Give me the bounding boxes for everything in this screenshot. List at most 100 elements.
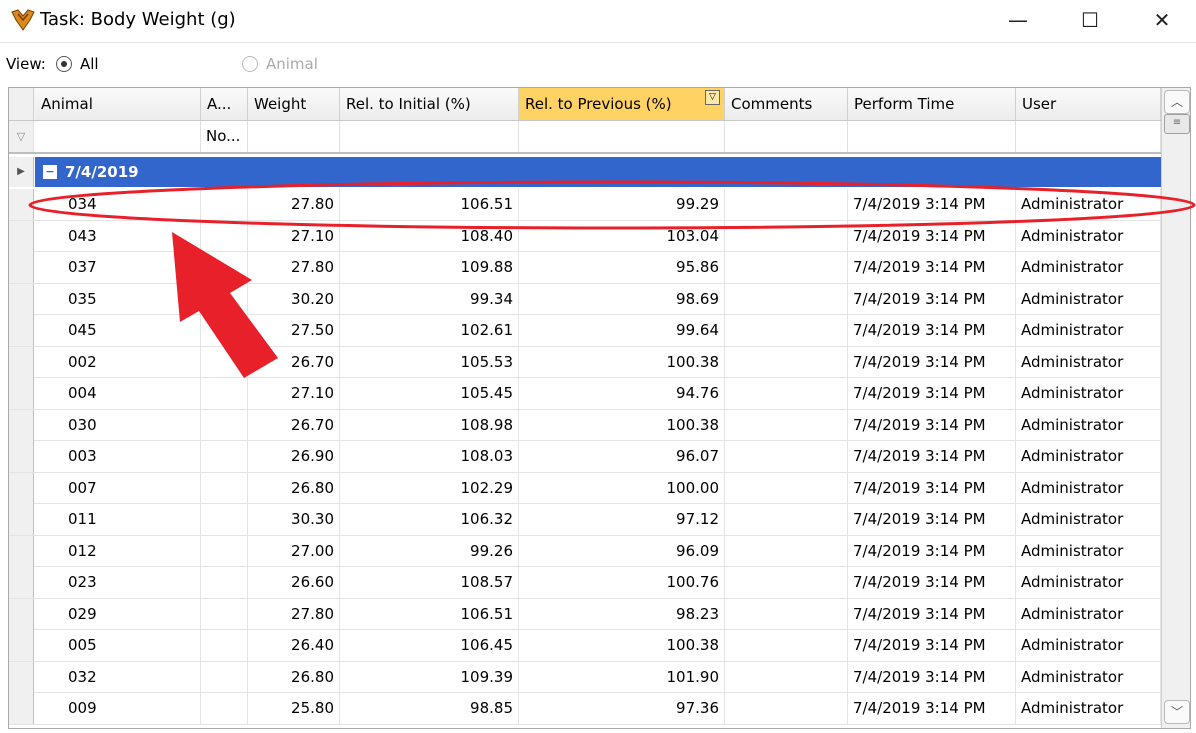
cell-user[interactable]: Administrator xyxy=(1016,630,1161,661)
cell-rel-previous[interactable]: 96.07 xyxy=(519,441,725,472)
row-indicator[interactable] xyxy=(9,661,34,693)
row-indicator[interactable] xyxy=(9,189,34,220)
row-indicator[interactable] xyxy=(9,504,34,535)
cell-rel-initial[interactable]: 106.51 xyxy=(340,598,519,630)
cell-animal[interactable]: 034 xyxy=(63,189,201,220)
filter-cell-comments[interactable] xyxy=(725,121,848,152)
cell-user[interactable]: Administrator xyxy=(1016,409,1161,441)
cell-user[interactable]: Administrator xyxy=(1016,378,1161,409)
cell-weight[interactable]: 27.00 xyxy=(248,535,340,567)
row-indicator[interactable] xyxy=(9,252,34,283)
cell-user[interactable]: Administrator xyxy=(1016,220,1161,252)
cell-comments[interactable] xyxy=(725,661,848,693)
minimize-button[interactable]: — xyxy=(984,0,1052,40)
cell-a[interactable] xyxy=(201,472,248,504)
cell-a[interactable] xyxy=(201,283,248,315)
cell-rel-previous[interactable]: 103.04 xyxy=(519,220,725,252)
cell-comments[interactable] xyxy=(725,472,848,504)
cell-animal[interactable]: 004 xyxy=(63,378,201,409)
cell-rel-initial[interactable]: 99.34 xyxy=(340,283,519,315)
filter-cell-animal[interactable] xyxy=(35,121,201,152)
cell-rel-initial[interactable]: 105.53 xyxy=(340,346,519,378)
row-indicator[interactable] xyxy=(9,315,34,346)
cell-rel-previous[interactable]: 100.76 xyxy=(519,567,725,598)
filter-cell-weight[interactable] xyxy=(248,121,340,152)
cell-user[interactable]: Administrator xyxy=(1016,661,1161,693)
column-header-animal[interactable]: Animal xyxy=(35,88,201,120)
cell-comments[interactable] xyxy=(725,346,848,378)
row-indicator[interactable] xyxy=(9,535,34,567)
cell-user[interactable]: Administrator xyxy=(1016,252,1161,283)
cell-animal[interactable]: 043 xyxy=(63,220,201,252)
cell-perform-time[interactable]: 7/4/2019 3:14 PM xyxy=(848,661,1016,693)
cell-comments[interactable] xyxy=(725,535,848,567)
cell-animal[interactable]: 009 xyxy=(63,693,201,724)
row-indicator[interactable] xyxy=(9,441,34,472)
cell-user[interactable]: Administrator xyxy=(1016,283,1161,315)
cell-rel-initial[interactable]: 108.57 xyxy=(340,567,519,598)
cell-perform-time[interactable]: 7/4/2019 3:14 PM xyxy=(848,315,1016,346)
cell-rel-initial[interactable]: 106.51 xyxy=(340,189,519,220)
row-indicator[interactable] xyxy=(9,378,34,409)
cell-user[interactable]: Administrator xyxy=(1016,472,1161,504)
cell-animal[interactable]: 037 xyxy=(63,252,201,283)
table-row[interactable]: 037 27.80 109.88 95.86 7/4/2019 3:14 PM Admin… xyxy=(9,252,1161,284)
cell-user[interactable]: Administrator xyxy=(1016,535,1161,567)
filter-cell-user[interactable] xyxy=(1016,121,1161,152)
cell-user[interactable]: Administrator xyxy=(1016,315,1161,346)
table-row[interactable]: 002 26.70 105.53 100.38 7/4/2019 3:14 PM Admi… xyxy=(9,346,1161,378)
cell-weight[interactable]: 25.80 xyxy=(248,693,340,724)
cell-a[interactable] xyxy=(201,567,248,598)
cell-animal[interactable]: 005 xyxy=(63,630,201,661)
cell-comments[interactable] xyxy=(725,441,848,472)
cell-rel-initial[interactable]: 102.29 xyxy=(340,472,519,504)
cell-rel-previous[interactable]: 99.29 xyxy=(519,189,725,220)
vertical-scrollbar[interactable]: ︿ ≡ ﹀ xyxy=(1161,88,1190,728)
cell-rel-initial[interactable]: 108.40 xyxy=(340,220,519,252)
cell-weight[interactable]: 26.80 xyxy=(248,661,340,693)
cell-perform-time[interactable]: 7/4/2019 3:14 PM xyxy=(848,472,1016,504)
cell-perform-time[interactable]: 7/4/2019 3:14 PM xyxy=(848,441,1016,472)
chevron-up-icon[interactable]: ︿ xyxy=(1164,90,1190,114)
group-band[interactable]: − 7/4/2019 xyxy=(35,157,1161,187)
cell-perform-time[interactable]: 7/4/2019 3:14 PM xyxy=(848,283,1016,315)
table-row[interactable]: 004 27.10 105.45 94.76 7/4/2019 3:14 PM Admin… xyxy=(9,378,1161,410)
cell-rel-initial[interactable]: 105.45 xyxy=(340,378,519,409)
table-row[interactable]: 029 27.80 106.51 98.23 7/4/2019 3:14 PM Admin… xyxy=(9,598,1161,630)
cell-weight[interactable]: 26.90 xyxy=(248,441,340,472)
cell-animal[interactable]: 035 xyxy=(63,283,201,315)
cell-weight[interactable]: 27.80 xyxy=(248,598,340,630)
cell-rel-previous[interactable]: 100.38 xyxy=(519,409,725,441)
filter-cell-rel-previous[interactable] xyxy=(519,121,725,152)
table-row[interactable]: 012 27.00 99.26 96.09 7/4/2019 3:14 PM Admini… xyxy=(9,535,1161,567)
cell-animal[interactable]: 003 xyxy=(63,441,201,472)
cell-rel-initial[interactable]: 102.61 xyxy=(340,315,519,346)
cell-user[interactable]: Administrator xyxy=(1016,441,1161,472)
cell-animal[interactable]: 012 xyxy=(63,535,201,567)
column-header-weight[interactable]: Weight xyxy=(248,88,340,120)
cell-perform-time[interactable]: 7/4/2019 3:14 PM xyxy=(848,220,1016,252)
cell-perform-time[interactable]: 7/4/2019 3:14 PM xyxy=(848,189,1016,220)
cell-user[interactable]: Administrator xyxy=(1016,346,1161,378)
cell-comments[interactable] xyxy=(725,409,848,441)
cell-rel-previous[interactable]: 98.23 xyxy=(519,598,725,630)
cell-weight[interactable]: 30.30 xyxy=(248,504,340,535)
column-header-comments[interactable]: Comments xyxy=(725,88,848,120)
cell-perform-time[interactable]: 7/4/2019 3:14 PM xyxy=(848,504,1016,535)
cell-a[interactable] xyxy=(201,189,248,220)
cell-a[interactable] xyxy=(201,409,248,441)
cell-user[interactable]: Administrator xyxy=(1016,598,1161,630)
cell-perform-time[interactable]: 7/4/2019 3:14 PM xyxy=(848,693,1016,724)
cell-rel-initial[interactable]: 109.39 xyxy=(340,661,519,693)
view-all-radio[interactable] xyxy=(56,56,72,72)
cell-weight[interactable]: 27.10 xyxy=(248,378,340,409)
cell-animal[interactable]: 045 xyxy=(63,315,201,346)
cell-animal[interactable]: 032 xyxy=(63,661,201,693)
cell-weight[interactable]: 26.70 xyxy=(248,346,340,378)
cell-a[interactable] xyxy=(201,504,248,535)
cell-user[interactable]: Administrator xyxy=(1016,567,1161,598)
cell-user[interactable]: Administrator xyxy=(1016,693,1161,724)
row-indicator[interactable] xyxy=(9,472,34,504)
row-indicator[interactable] xyxy=(9,346,34,378)
cell-perform-time[interactable]: 7/4/2019 3:14 PM xyxy=(848,535,1016,567)
